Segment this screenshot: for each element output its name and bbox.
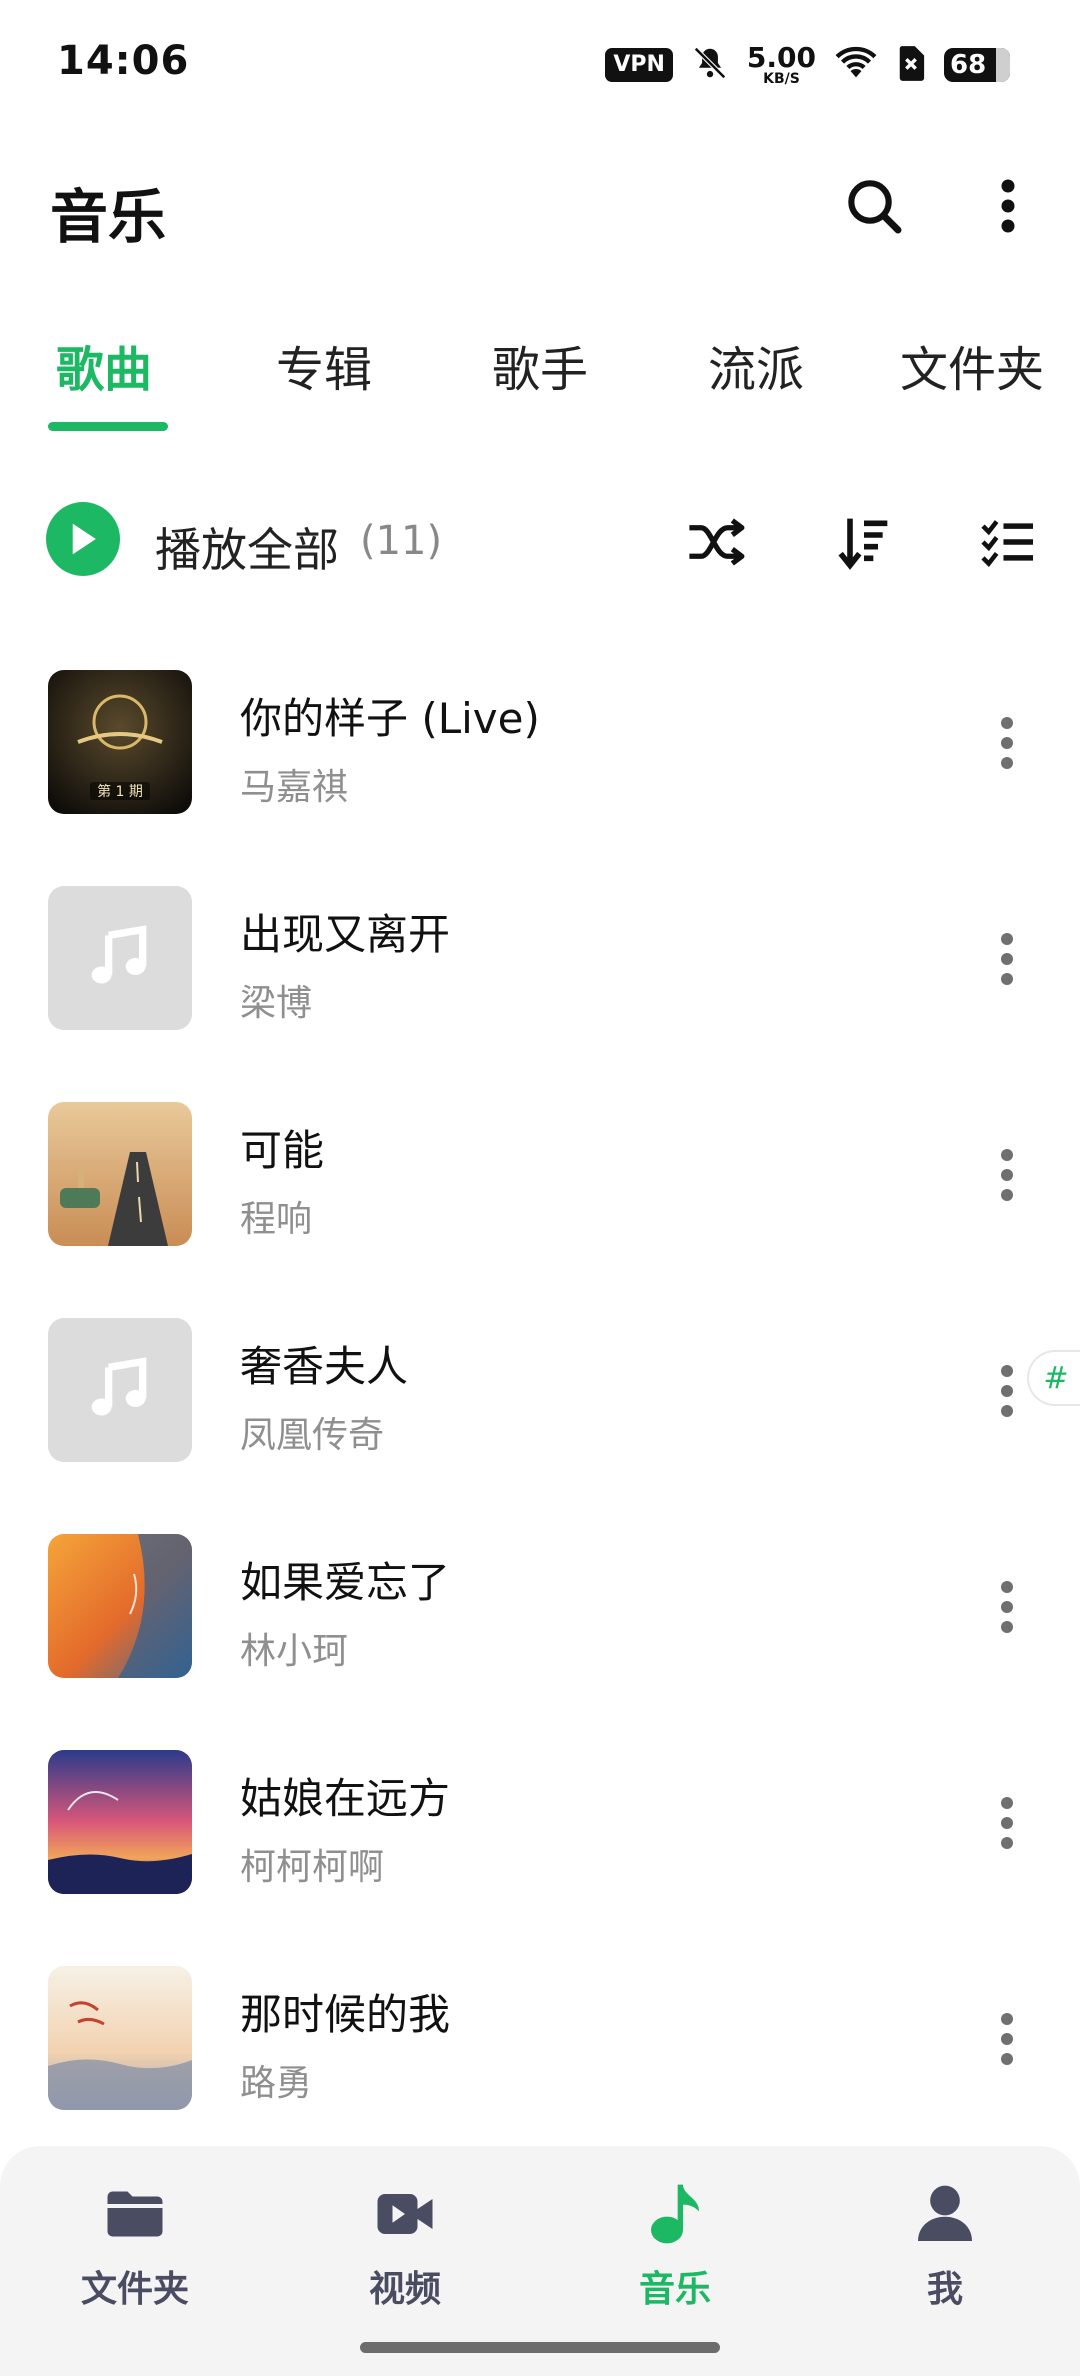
person-icon bbox=[913, 2182, 977, 2246]
nav-item-music[interactable]: 音乐 bbox=[575, 2182, 775, 2312]
nav-label: 文件夹 bbox=[80, 2269, 189, 2310]
music-note-icon bbox=[91, 925, 147, 984]
song-title: 可能 bbox=[240, 1126, 325, 1175]
tab-albums[interactable]: 专辑 bbox=[276, 330, 372, 400]
wifi-icon bbox=[834, 45, 878, 85]
song-row[interactable]: 姑娘在远方 柯柯柯啊 bbox=[0, 1730, 1080, 1946]
battery-indicator: 68 bbox=[944, 48, 1010, 82]
music-note-icon bbox=[643, 2182, 707, 2246]
song-artist: 柯柯柯啊 bbox=[240, 1847, 385, 1888]
song-row[interactable]: 那时候的我 路勇 bbox=[0, 1946, 1080, 2162]
song-title: 如果爱忘了 bbox=[240, 1558, 451, 1607]
page-title: 音乐 bbox=[50, 183, 167, 251]
album-cover bbox=[48, 1102, 192, 1246]
tab-songs[interactable]: 歌曲 bbox=[56, 330, 152, 400]
song-more-button[interactable] bbox=[982, 2001, 1032, 2077]
song-count: (11) bbox=[360, 518, 443, 564]
song-row[interactable]: 可能 程响 bbox=[0, 1082, 1080, 1298]
album-cover bbox=[48, 1966, 192, 2110]
video-icon bbox=[373, 2182, 437, 2246]
shuffle-icon bbox=[689, 518, 745, 566]
play-icon bbox=[72, 523, 96, 555]
sort-button[interactable] bbox=[826, 504, 902, 580]
song-artist: 林小珂 bbox=[240, 1631, 349, 1672]
status-icons: VPN 5.00 KB/S 68 bbox=[605, 40, 1010, 90]
alphabet-index-bubble[interactable]: # bbox=[1027, 1350, 1080, 1406]
song-more-button[interactable] bbox=[982, 1785, 1032, 1861]
song-title: 姑娘在远方 bbox=[240, 1774, 451, 1823]
song-title: 你的样子 (Live) bbox=[240, 694, 540, 743]
active-tab-indicator bbox=[48, 422, 168, 431]
checklist-icon bbox=[981, 520, 1033, 567]
home-indicator bbox=[360, 2342, 720, 2353]
network-speed: 5.00 KB/S bbox=[746, 41, 816, 87]
song-row[interactable]: 如果爱忘了 林小珂 bbox=[0, 1514, 1080, 1730]
no-sim-icon bbox=[896, 44, 926, 86]
sort-icon bbox=[838, 518, 888, 570]
tab-artists[interactable]: 歌手 bbox=[492, 330, 588, 400]
play-all-label[interactable]: 播放全部 bbox=[155, 514, 339, 580]
song-artist: 凤凰传奇 bbox=[240, 1415, 385, 1456]
multi-select-button[interactable] bbox=[970, 504, 1046, 580]
nav-label: 视频 bbox=[368, 2269, 441, 2310]
category-tabs: 歌曲 专辑 歌手 流派 文件夹 bbox=[0, 320, 1080, 440]
song-more-button[interactable] bbox=[982, 1353, 1032, 1429]
song-row[interactable]: 第 1 期 你的样子 (Live) 马嘉祺 bbox=[0, 650, 1080, 866]
song-more-button[interactable] bbox=[982, 1569, 1032, 1645]
nav-item-me[interactable]: 我 bbox=[845, 2182, 1045, 2312]
shuffle-button[interactable] bbox=[680, 504, 756, 580]
song-row[interactable]: 出现又离开 梁博 bbox=[0, 866, 1080, 1082]
album-cover bbox=[48, 1750, 192, 1894]
tab-folders[interactable]: 文件夹 bbox=[900, 330, 1044, 400]
status-time: 14:06 bbox=[57, 38, 190, 84]
song-artist: 路勇 bbox=[240, 2063, 313, 2104]
play-all-button[interactable] bbox=[46, 502, 120, 576]
nav-label: 音乐 bbox=[638, 2269, 711, 2310]
app-header: 音乐 bbox=[0, 160, 1080, 251]
more-options-button[interactable] bbox=[974, 172, 1042, 240]
album-cover bbox=[48, 1318, 192, 1462]
song-more-button[interactable] bbox=[982, 921, 1032, 997]
more-vertical-icon bbox=[1001, 179, 1015, 233]
album-cover bbox=[48, 886, 192, 1030]
search-button[interactable] bbox=[840, 172, 908, 240]
folder-icon bbox=[103, 2182, 167, 2246]
nav-label: 我 bbox=[926, 2269, 963, 2310]
song-artist: 梁博 bbox=[240, 983, 313, 1024]
tab-genres[interactable]: 流派 bbox=[708, 330, 804, 400]
song-more-button[interactable] bbox=[982, 1137, 1032, 1213]
mute-bell-icon bbox=[691, 44, 729, 86]
song-title: 那时候的我 bbox=[240, 1990, 451, 2039]
music-note-icon bbox=[91, 1357, 147, 1416]
song-title: 奢香夫人 bbox=[240, 1342, 409, 1391]
album-cover: 第 1 期 bbox=[48, 670, 192, 814]
song-list: 第 1 期 你的样子 (Live) 马嘉祺 出现又离开 梁博 可能 程响 奢香夫… bbox=[0, 650, 1080, 2162]
vpn-badge: VPN bbox=[605, 48, 673, 82]
cover-caption: 第 1 期 bbox=[97, 783, 143, 800]
song-row[interactable]: 奢香夫人 凤凰传奇 bbox=[0, 1298, 1080, 1514]
song-more-button[interactable] bbox=[982, 705, 1032, 781]
search-icon bbox=[848, 180, 902, 234]
nav-item-video[interactable]: 视频 bbox=[305, 2182, 505, 2312]
action-row: 播放全部 (11) bbox=[0, 500, 1080, 584]
song-artist: 马嘉祺 bbox=[240, 767, 349, 808]
nav-item-folders[interactable]: 文件夹 bbox=[35, 2182, 235, 2312]
status-bar: 14:06 VPN 5.00 KB/S 68 bbox=[0, 0, 1080, 126]
song-title: 出现又离开 bbox=[240, 910, 451, 959]
song-artist: 程响 bbox=[240, 1199, 313, 1240]
album-cover bbox=[48, 1534, 192, 1678]
